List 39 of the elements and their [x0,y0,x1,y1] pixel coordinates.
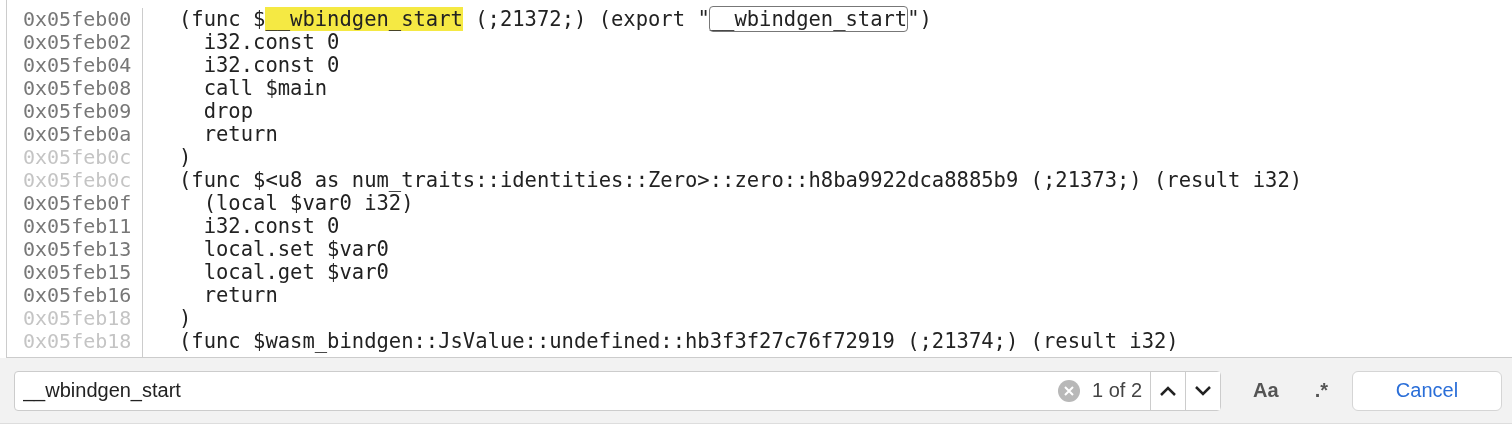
chevron-down-icon [1194,384,1213,397]
regex-toggle[interactable]: .* [1310,375,1332,406]
line-address: 0x05feb18 [23,330,133,353]
line-address: 0x05feb15 [23,261,133,284]
code-line: i32.const 0 [202,31,340,54]
code-line: i32.const 0 [202,215,341,238]
line-address: 0x05feb0a [23,123,133,146]
line-address: 0x05feb04 [23,54,133,77]
line-address: 0x05feb18 [23,307,133,330]
line-address: 0x05feb08 [23,77,133,100]
code-line: ) [179,146,193,169]
code-line: call $main [202,77,329,100]
line-address: 0x05feb02 [23,31,133,54]
code-line: return [202,284,279,307]
line-address: 0x05feb0f [23,192,133,215]
line-address: 0x05feb11 [23,215,133,238]
code-line: i32.const 0 [202,54,341,77]
cancel-button[interactable]: Cancel [1352,370,1502,411]
code-line: (func $wasm_bindgen::JsValue::undefined::hb3f3f27c76f72919 (;21374;) (result i32) [179,330,1180,353]
code-line: local.set $var0 [202,238,390,261]
current-match-highlight: __wbindgen_start [265,7,463,31]
line-address: 0x05feb0c [23,169,133,192]
chevron-up-icon [1159,384,1178,397]
line-address: 0x05feb09 [23,100,133,123]
code-line: (func $<u8 as num_traits::identities::Zero>::zero::h8ba9922dca8885b9 (;21373;) (result i32) [179,169,1303,192]
line-address: 0x05feb0c [23,146,133,169]
match-count: 1 of 2 [1092,379,1143,402]
code-line: (local $var0 i32) [202,192,414,215]
code-line: return [202,123,279,146]
find-field[interactable]: __wbindgen_start 1 of 2 [14,370,1222,411]
line-address: 0x05feb13 [23,238,133,261]
code-line: drop [202,100,255,123]
code-line: ) [179,307,193,330]
line-address: 0x05feb00 [23,8,133,31]
line-address: 0x05feb16 [23,284,133,307]
code-line: local.get $var0 [202,261,390,284]
next-match-button[interactable] [1185,371,1221,410]
find-input[interactable]: __wbindgen_start [21,378,1059,403]
match-case-toggle[interactable]: Aa [1249,375,1283,406]
